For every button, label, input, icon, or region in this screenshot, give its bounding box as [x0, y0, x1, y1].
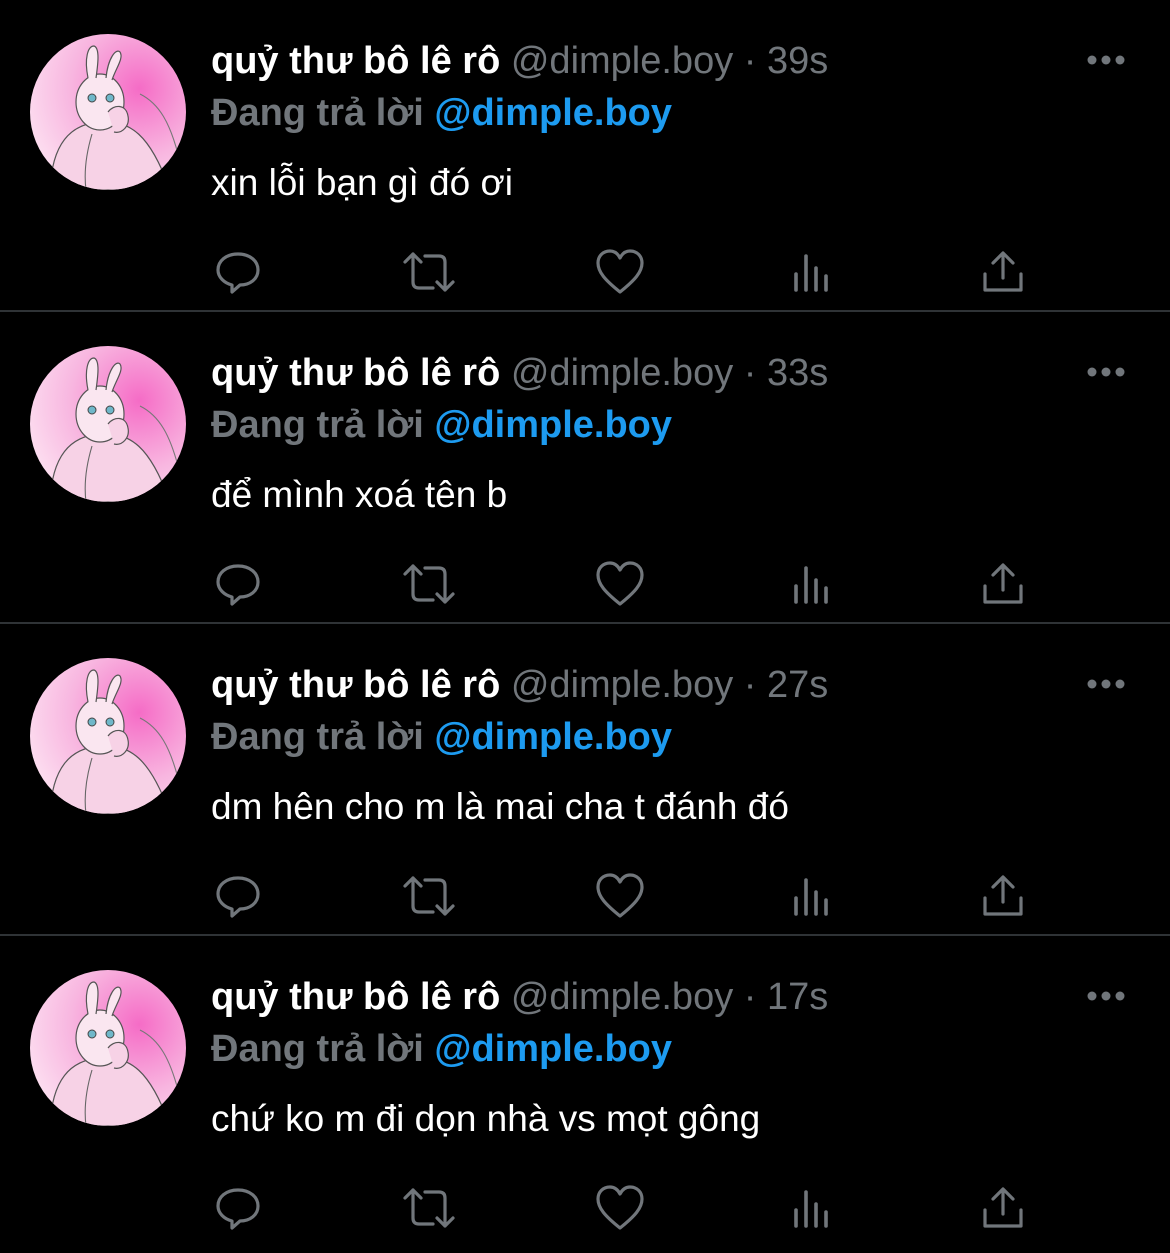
tweet[interactable]: quỷ thư bô lê rô @dimple.boy · 27s Đang …	[0, 624, 1170, 936]
more-options-button[interactable]	[1086, 52, 1126, 68]
share-button[interactable]	[975, 868, 1031, 924]
replying-to: Đang trả lời @dimple.boy	[211, 714, 672, 760]
replying-to-label: Đang trả lời	[211, 1028, 424, 1070]
retweet-button[interactable]	[401, 1180, 457, 1236]
heart-icon	[596, 561, 644, 606]
like-button[interactable]	[592, 1180, 648, 1236]
more-options-button[interactable]	[1086, 676, 1126, 692]
tweet[interactable]: quỷ thư bô lê rô @dimple.boy · 17s Đang …	[0, 936, 1170, 1248]
reply-icon	[216, 564, 260, 606]
replying-to: Đang trả lời @dimple.boy	[211, 402, 672, 448]
heart-icon	[596, 249, 644, 294]
more-horizontal-icon	[1087, 55, 1125, 65]
tweet-text: xin lỗi bạn gì đó ơi	[211, 162, 513, 203]
tweet[interactable]: quỷ thư bô lê rô @dimple.boy · 39s Đang …	[0, 0, 1170, 312]
user-handle[interactable]: @dimple.boy	[511, 976, 733, 1018]
retweet-button[interactable]	[401, 868, 457, 924]
reply-icon	[216, 1188, 260, 1230]
replying-to-handle[interactable]: @dimple.boy	[434, 92, 672, 134]
more-options-button[interactable]	[1086, 364, 1126, 380]
share-button[interactable]	[975, 244, 1031, 300]
replying-to-label: Đang trả lời	[211, 716, 424, 758]
retweet-icon	[403, 564, 455, 604]
tweet-header: quỷ thư bô lê rô @dimple.boy · 27s	[211, 662, 828, 708]
views-button[interactable]	[784, 244, 840, 300]
replying-to-label: Đang trả lời	[211, 92, 424, 134]
separator-dot: ·	[743, 664, 757, 706]
separator-dot: ·	[743, 352, 757, 394]
replying-to-handle[interactable]: @dimple.boy	[434, 404, 672, 446]
tweet-actions	[0, 1180, 1170, 1236]
reply-button[interactable]	[210, 244, 266, 300]
tweet-actions	[0, 556, 1170, 612]
tweet-text: dm hên cho m là mai cha t đánh đó	[211, 786, 789, 827]
heart-icon	[596, 1185, 644, 1230]
timestamp[interactable]: 17s	[767, 976, 828, 1018]
share-button[interactable]	[975, 1180, 1031, 1236]
replying-to-label: Đang trả lời	[211, 404, 424, 446]
tweet-actions	[0, 868, 1170, 924]
retweet-icon	[403, 1188, 455, 1228]
retweet-icon	[403, 252, 455, 292]
avatar[interactable]	[30, 970, 186, 1126]
display-name[interactable]: quỷ thư bô lê rô	[211, 976, 500, 1018]
retweet-button[interactable]	[401, 556, 457, 612]
reply-button[interactable]	[210, 868, 266, 924]
tweet[interactable]: quỷ thư bô lê rô @dimple.boy · 33s Đang …	[0, 312, 1170, 624]
retweet-button[interactable]	[401, 244, 457, 300]
reply-button[interactable]	[210, 556, 266, 612]
share-icon	[983, 1187, 1023, 1228]
tweet-header: quỷ thư bô lê rô @dimple.boy · 33s	[211, 350, 828, 396]
replying-to-handle[interactable]: @dimple.boy	[434, 716, 672, 758]
avatar[interactable]	[30, 34, 186, 190]
share-icon	[983, 875, 1023, 916]
like-button[interactable]	[592, 556, 648, 612]
separator-dot: ·	[743, 40, 757, 82]
replying-to: Đang trả lời @dimple.boy	[211, 90, 672, 136]
user-handle[interactable]: @dimple.boy	[511, 352, 733, 394]
more-horizontal-icon	[1087, 367, 1125, 377]
timestamp[interactable]: 39s	[767, 40, 828, 82]
display-name[interactable]: quỷ thư bô lê rô	[211, 40, 500, 82]
more-horizontal-icon	[1087, 679, 1125, 689]
reply-button[interactable]	[210, 1180, 266, 1236]
views-button[interactable]	[784, 868, 840, 924]
more-horizontal-icon	[1087, 991, 1125, 1001]
share-icon	[983, 251, 1023, 292]
avatar[interactable]	[30, 346, 186, 502]
retweet-icon	[403, 876, 455, 916]
separator-dot: ·	[743, 976, 757, 1018]
timestamp[interactable]: 33s	[767, 352, 828, 394]
replying-to: Đang trả lời @dimple.boy	[211, 1026, 672, 1072]
analytics-icon	[794, 566, 828, 604]
analytics-icon	[794, 1190, 828, 1228]
share-icon	[983, 563, 1023, 604]
tweet-header: quỷ thư bô lê rô @dimple.boy · 17s	[211, 974, 828, 1020]
analytics-icon	[794, 878, 828, 916]
tweet-text: để mình xoá tên b	[211, 474, 508, 515]
like-button[interactable]	[592, 244, 648, 300]
like-button[interactable]	[592, 868, 648, 924]
reply-icon	[216, 252, 260, 294]
display-name[interactable]: quỷ thư bô lê rô	[211, 664, 500, 706]
user-handle[interactable]: @dimple.boy	[511, 664, 733, 706]
views-button[interactable]	[784, 1180, 840, 1236]
replying-to-handle[interactable]: @dimple.boy	[434, 1028, 672, 1070]
timestamp[interactable]: 27s	[767, 664, 828, 706]
share-button[interactable]	[975, 556, 1031, 612]
tweet-header: quỷ thư bô lê rô @dimple.boy · 39s	[211, 38, 828, 84]
analytics-icon	[794, 254, 828, 292]
heart-icon	[596, 873, 644, 918]
timeline: quỷ thư bô lê rô @dimple.boy · 39s Đang …	[0, 0, 1170, 1253]
display-name[interactable]: quỷ thư bô lê rô	[211, 352, 500, 394]
avatar[interactable]	[30, 658, 186, 814]
user-handle[interactable]: @dimple.boy	[511, 40, 733, 82]
views-button[interactable]	[784, 556, 840, 612]
tweet-text: chứ ko m đi dọn nhà vs mọt gông	[211, 1098, 761, 1139]
reply-icon	[216, 876, 260, 918]
more-options-button[interactable]	[1086, 988, 1126, 1004]
tweet-actions	[0, 244, 1170, 300]
